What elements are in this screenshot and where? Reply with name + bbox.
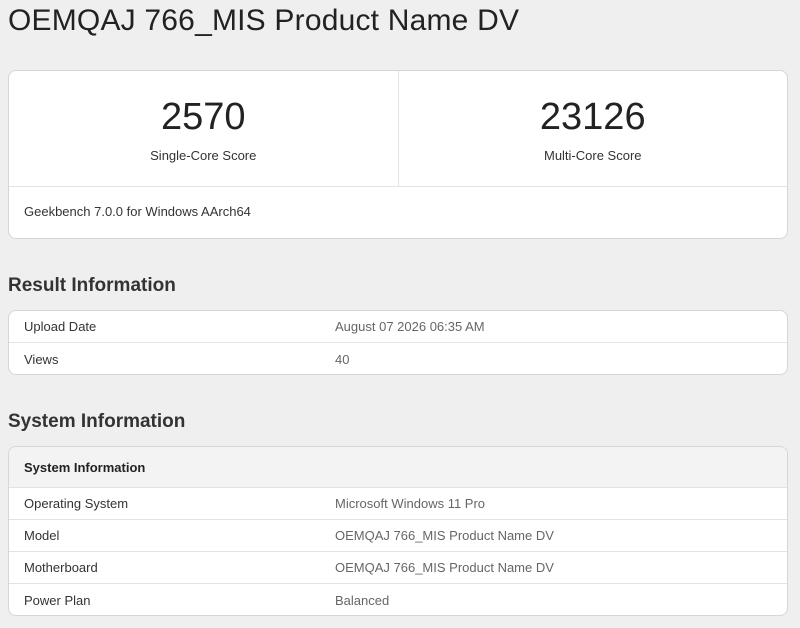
motherboard-label: Motherboard xyxy=(24,560,98,575)
multi-core-score-value: 23126 xyxy=(539,96,646,138)
benchmark-version: Geekbench 7.0.0 for Windows AArch64 xyxy=(24,204,251,219)
score-card: 2570 Single-Core Score 23126 Multi-Core … xyxy=(8,70,788,239)
page-title: OEMQAJ 766_MIS Product Name DV xyxy=(8,4,520,37)
model-label: Model xyxy=(24,528,60,543)
operating-system-value: Microsoft Windows 11 Pro xyxy=(335,496,486,511)
multi-core-score-label: Multi-Core Score xyxy=(543,148,642,163)
result-information-table: Upload Date August 07 2026 06:35 AM View… xyxy=(8,310,788,375)
model-value: OEMQAJ 766_MIS Product Name DV xyxy=(335,528,554,543)
operating-system-label: Operating System xyxy=(24,496,129,511)
upload-date-label: Upload Date xyxy=(24,319,97,334)
system-information-table: System Information Operating System Micr… xyxy=(8,446,788,616)
table-row: Upload Date August 07 2026 06:35 AM xyxy=(9,311,787,343)
single-core-score-value: 2570 xyxy=(160,96,246,138)
table-row: Motherboard OEMQAJ 766_MIS Product Name … xyxy=(9,552,787,584)
single-core-score-label: Single-Core Score xyxy=(150,148,257,163)
score-row: 2570 Single-Core Score 23126 Multi-Core … xyxy=(9,71,787,187)
table-row: Views 40 xyxy=(9,343,787,374)
power-plan-value: Balanced xyxy=(335,592,390,608)
upload-date-value: August 07 2026 06:35 AM xyxy=(335,319,485,334)
motherboard-value: OEMQAJ 766_MIS Product Name DV xyxy=(335,560,554,575)
system-information-table-header: System Information xyxy=(9,447,787,488)
table-row: Operating System Microsoft Windows 11 Pr… xyxy=(9,488,787,520)
single-core-score: 2570 Single-Core Score xyxy=(9,71,398,186)
table-row: Power Plan Balanced xyxy=(9,584,787,615)
views-label: Views xyxy=(24,351,59,367)
views-value: 40 xyxy=(335,351,350,367)
multi-core-score: 23126 Multi-Core Score xyxy=(397,71,788,186)
power-plan-label: Power Plan xyxy=(24,592,91,608)
table-row: Model OEMQAJ 766_MIS Product Name DV xyxy=(9,520,787,552)
result-information-heading: Result Information xyxy=(8,275,176,296)
system-information-heading: System Information xyxy=(8,411,186,432)
